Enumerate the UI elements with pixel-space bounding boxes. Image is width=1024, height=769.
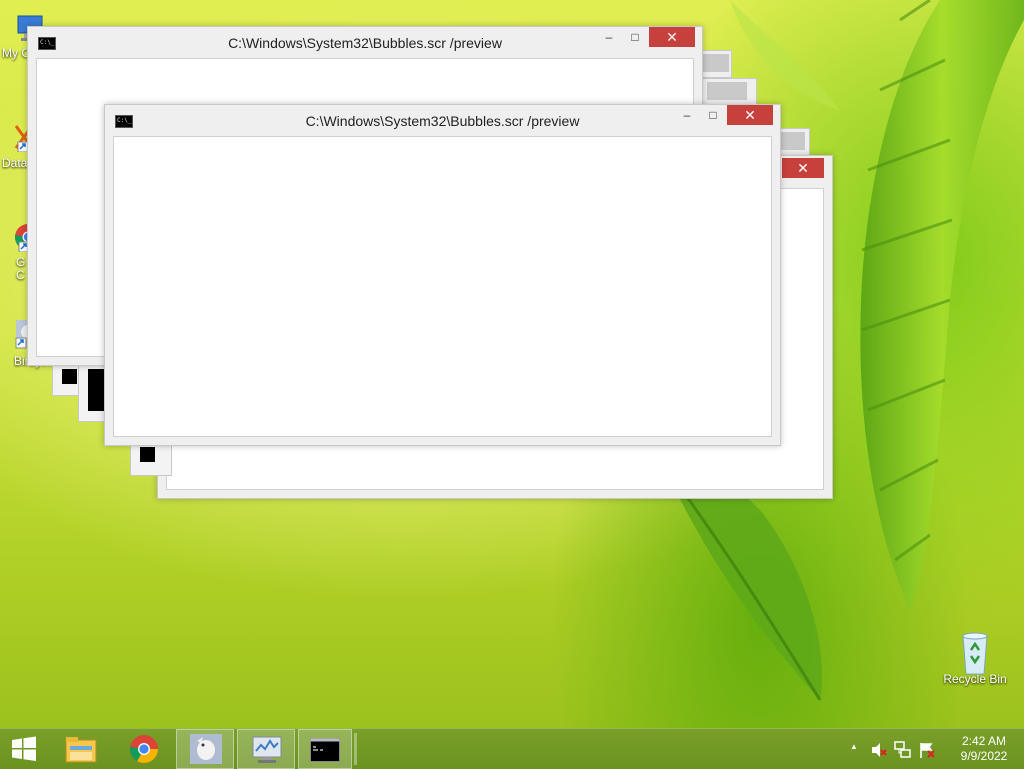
network-icon[interactable] <box>894 741 912 759</box>
chrome-icon <box>130 735 158 763</box>
black-artifact <box>62 369 77 384</box>
close-button[interactable]: ✕ <box>649 27 695 47</box>
taskbar-separator <box>354 733 357 765</box>
recycle-bin-icon <box>959 630 991 675</box>
close-button-stub[interactable] <box>707 82 747 100</box>
close-button[interactable]: ✕ <box>782 158 824 178</box>
window-titlebar[interactable]: C:\Windows\System32\Bubbles.scr /preview… <box>105 105 780 135</box>
taskbar: ▲ 2:42 AM 9/9/2022 <box>0 728 1024 769</box>
window-titlebar[interactable]: C:\Windows\System32\Bubbles.scr /preview… <box>28 27 702 57</box>
desktop-background: My C Data G C BirdyIn Recycle Bin <box>0 0 1024 728</box>
maximize-button-stub[interactable] <box>703 54 729 72</box>
minimize-button[interactable]: – <box>674 105 700 125</box>
taskbar-task-manager[interactable] <box>237 729 295 769</box>
window-client-area <box>113 136 772 437</box>
folder-icon <box>65 737 97 763</box>
taskbar-command-prompt[interactable] <box>298 729 352 769</box>
system-tray: ▲ 2:42 AM 9/9/2022 <box>844 729 1024 769</box>
window-trail-stub <box>700 78 757 106</box>
minimize-button[interactable]: – <box>596 27 622 47</box>
taskbar-chrome[interactable] <box>118 729 170 769</box>
show-hidden-icons-button[interactable]: ▲ <box>850 742 858 751</box>
clock-date: 9/9/2022 <box>960 749 1008 763</box>
start-button[interactable] <box>0 729 48 769</box>
volume-muted-icon[interactable] <box>870 741 888 759</box>
black-artifact <box>140 447 155 462</box>
close-button[interactable]: ✕ <box>727 105 773 125</box>
close-button-stub[interactable] <box>779 132 805 150</box>
bird-icon <box>190 734 222 764</box>
maximize-button[interactable]: □ <box>622 27 648 47</box>
maximize-button[interactable]: □ <box>700 105 726 125</box>
action-center-flag-icon[interactable] <box>918 741 936 759</box>
taskbar-birdy-app[interactable] <box>176 729 234 769</box>
cmd-icon <box>310 738 340 762</box>
black-artifact <box>88 369 104 411</box>
windows-logo-icon <box>12 736 36 761</box>
monitor-chart-icon <box>252 736 282 763</box>
bubbles-preview-window-2[interactable]: C:\Windows\System32\Bubbles.scr /preview… <box>104 104 781 446</box>
clock-time: 2:42 AM <box>961 734 1007 748</box>
taskbar-clock[interactable]: 2:42 AM 9/9/2022 <box>954 734 1014 764</box>
taskbar-file-explorer[interactable] <box>56 729 106 769</box>
desktop-icon-recycle-bin[interactable]: Recycle Bin <box>940 630 1010 686</box>
